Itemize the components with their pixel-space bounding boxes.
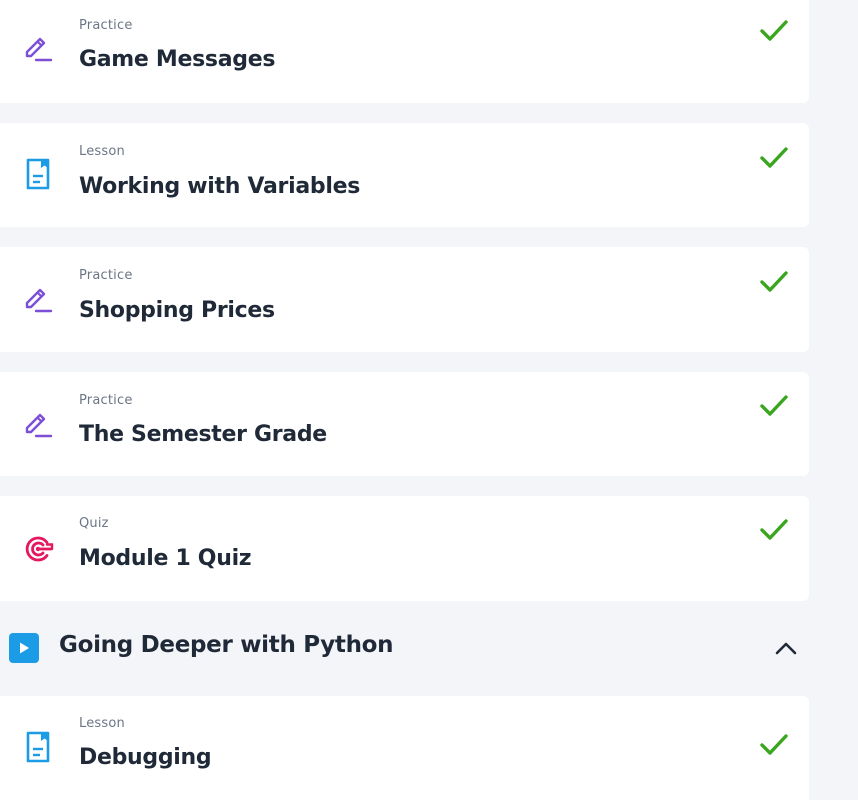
chevron-up-icon[interactable] <box>773 637 799 659</box>
lesson-document-icon <box>22 731 54 763</box>
item-title: The Semester Grade <box>79 422 327 447</box>
item-type-label: Practice <box>79 393 133 408</box>
item-title: Debugging <box>79 745 212 770</box>
checkmark-icon <box>760 395 788 416</box>
item-type-label: Lesson <box>79 144 125 159</box>
item-title: Working with Variables <box>79 174 361 199</box>
item-title: Game Messages <box>79 47 276 72</box>
item-type-label: Lesson <box>79 716 125 731</box>
pencil-icon <box>22 408 54 440</box>
list-item[interactable]: Quiz Module 1 Quiz <box>0 496 809 601</box>
list-item[interactable]: Lesson Debugging <box>0 696 809 800</box>
checkmark-icon <box>760 734 788 755</box>
item-type-label: Practice <box>79 268 133 283</box>
play-icon <box>9 633 39 663</box>
item-type-label: Quiz <box>79 516 109 531</box>
list-item[interactable]: Practice Shopping Prices <box>0 247 809 352</box>
item-title: Shopping Prices <box>79 298 275 323</box>
list-item[interactable]: Practice The Semester Grade <box>0 372 809 476</box>
list-item[interactable]: Practice Game Messages <box>0 0 809 103</box>
pencil-icon <box>22 32 54 64</box>
item-type-label: Practice <box>79 18 133 33</box>
checkmark-icon <box>760 147 788 168</box>
target-icon <box>22 533 54 565</box>
checkmark-icon <box>760 271 788 292</box>
list-item[interactable]: Lesson Working with Variables <box>0 123 809 227</box>
section-title: Going Deeper with Python <box>59 632 394 658</box>
module-section-header[interactable]: Going Deeper with Python <box>0 617 809 679</box>
pencil-icon <box>22 283 54 315</box>
item-title: Module 1 Quiz <box>79 546 252 571</box>
checkmark-icon <box>760 20 788 41</box>
checkmark-icon <box>760 519 788 540</box>
lesson-document-icon <box>22 158 54 190</box>
